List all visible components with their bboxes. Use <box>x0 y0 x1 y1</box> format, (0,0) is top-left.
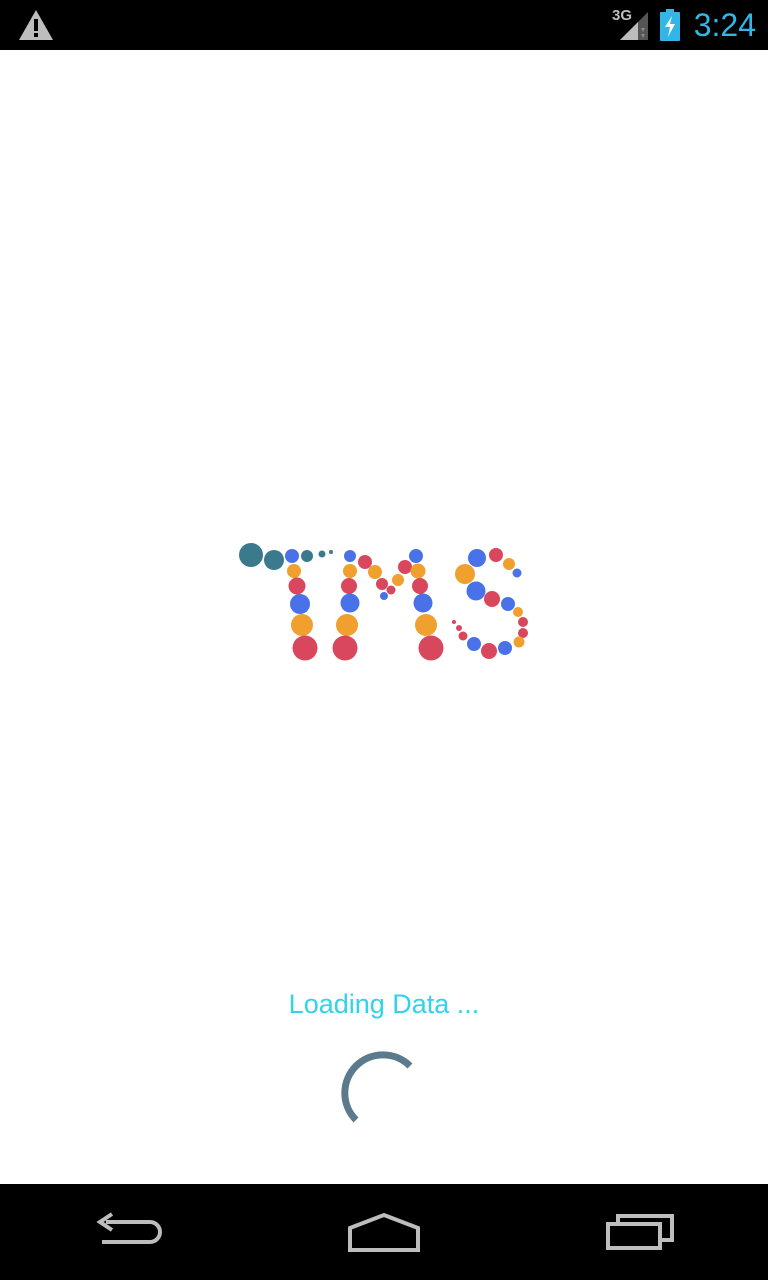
status-clock: 3:24 <box>693 7 756 43</box>
home-icon <box>348 1212 420 1252</box>
loading-text: Loading Data ... <box>288 989 480 1019</box>
back-icon <box>96 1212 162 1244</box>
warning-icon <box>19 10 53 40</box>
splash-screen: 3G 3:24 Loading Data ... <box>0 0 768 1280</box>
loading-spinner-icon <box>341 1051 413 1123</box>
home-button[interactable] <box>256 1184 512 1280</box>
signal-icon <box>620 12 648 40</box>
back-button[interactable] <box>0 1184 256 1280</box>
navigation-bar <box>0 1184 768 1280</box>
recents-icon <box>606 1214 674 1250</box>
recents-button[interactable] <box>512 1184 768 1280</box>
status-bar: 3G 3:24 <box>0 0 768 50</box>
tms-logo <box>239 543 528 661</box>
battery-charging-icon <box>660 9 680 41</box>
